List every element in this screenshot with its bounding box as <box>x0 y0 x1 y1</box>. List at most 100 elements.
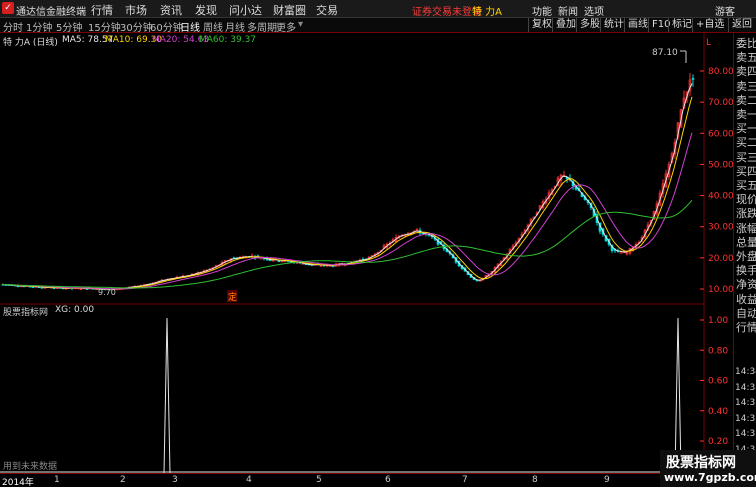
candle-body <box>277 260 281 263</box>
menu-bar: ✓ 通达信金融终端 行情 市场 资讯 发现 问小达 财富圈 交易 证券交易未登录… <box>0 0 756 18</box>
candle-body <box>619 252 623 254</box>
menu-item-news[interactable]: 资讯 <box>160 2 182 18</box>
side-panel-label: 卖三 <box>736 79 756 93</box>
menu-item-ask[interactable]: 问小达 <box>229 2 262 18</box>
quote-side-panel: 委比 卖五 卖四 卖三 卖二 卖一 买一 买二 买三 买四 买五 现价 涨跌 涨幅 总量 外盘 换手 净资 收益 自动… <box>733 33 756 473</box>
kline-chart[interactable]: 80.00 70.00 60.00 50.00 40.00 30.00 20.00 10.00… <box>0 33 733 473</box>
candles-group <box>1 73 695 291</box>
back-button[interactable]: 返回 <box>728 18 755 32</box>
menu-options[interactable]: 选项 <box>584 3 604 18</box>
price-tick-label: 80.00 <box>708 67 733 77</box>
price-tick-label: 10.00 <box>708 285 733 295</box>
low-price-label: 9.70 <box>98 288 116 297</box>
indicator-lines <box>0 317 704 473</box>
candle-body <box>691 78 695 80</box>
multi-stock-button[interactable]: 多股 <box>576 18 603 32</box>
timeline-month: 8 <box>532 475 538 485</box>
side-panel-label: 买五 <box>736 179 756 192</box>
xg-signal-spike <box>163 317 171 473</box>
side-panel-label: 买二 <box>736 136 756 150</box>
side-panel-label: 总量 <box>736 235 756 249</box>
menu-item-wealth[interactable]: 财富圈 <box>273 2 306 18</box>
timeline-month: 3 <box>172 475 178 485</box>
side-panel-label: 买四 <box>736 164 756 178</box>
side-panel-label[interactable]: 行情 <box>736 321 756 334</box>
period-15min[interactable]: 15分钟 <box>88 19 121 34</box>
overlay-button[interactable]: 叠加 <box>552 18 579 32</box>
ma60-line <box>1 199 693 289</box>
period-intraday[interactable]: 分时 <box>3 19 23 34</box>
side-panel-label: 委比 <box>736 37 756 50</box>
menu-function[interactable]: 功能 <box>532 3 552 18</box>
side-panel-label: 卖四 <box>736 65 756 79</box>
price-tick-label: 20.00 <box>708 254 733 264</box>
menu-item-quotes[interactable]: 行情 <box>91 2 113 18</box>
side-panel-label: 涨跌 <box>736 207 756 221</box>
watermark-url: www.7gpzb.com <box>664 471 756 484</box>
price-axis: 80.00 70.00 60.00 50.00 40.00 30.00 20.00 10.00 <box>700 67 733 295</box>
period-1min[interactable]: 1分钟 <box>26 19 52 34</box>
app-logo-icon: ✓ <box>2 2 14 14</box>
side-panel-label[interactable]: 自动 <box>736 307 756 320</box>
chart-frame <box>0 33 705 473</box>
side-panel-label: 换手 <box>736 264 756 278</box>
indicator-tick-label: 1.00 <box>708 316 728 326</box>
period-toolbar: 分时 1分钟 5分钟 15分钟 30分钟 60分钟 日线 周线 月线 多周期 更… <box>0 18 756 34</box>
side-panel-label: 涨幅 <box>736 221 756 235</box>
timeline-month: 2 <box>120 475 126 485</box>
tick-time: 14:35 <box>735 398 756 408</box>
period-weekly[interactable]: 周线 <box>203 19 223 34</box>
adjust-button[interactable]: 复权 <box>528 18 555 32</box>
price-tick-label: 40.00 <box>708 192 733 202</box>
period-daily[interactable]: 日线 <box>180 19 200 34</box>
add-watchlist-button[interactable]: +自选 <box>692 18 727 32</box>
tick-time: 14:35 <box>735 382 756 393</box>
ma20-line <box>1 132 693 290</box>
period-5min[interactable]: 5分钟 <box>56 19 82 34</box>
ma5-line <box>1 83 693 290</box>
app-title: 通达信金融终端 <box>16 7 86 18</box>
mark-button[interactable]: 标记 <box>668 18 695 32</box>
indicator-tick-label: 0.60 <box>708 377 728 387</box>
period-30min[interactable]: 30分钟 <box>120 19 153 34</box>
indicator-tick-label: 0.20 <box>708 437 728 447</box>
guest-user[interactable]: 游客 <box>715 3 735 18</box>
ma-lines-group <box>1 50 693 290</box>
ding-marker: 定 <box>228 291 237 303</box>
watermark-title: 股票指标网 <box>666 455 736 471</box>
side-panel-label: 收益 <box>736 292 756 306</box>
menu-item-trade[interactable]: 交易 <box>316 2 338 18</box>
menu-item-discover[interactable]: 发现 <box>195 2 217 18</box>
price-tick-label: 50.00 <box>708 160 733 170</box>
ma10-line <box>1 96 693 290</box>
side-panel-label: 卖二 <box>736 93 756 107</box>
high-price-label: 87.10 <box>652 48 678 58</box>
menu-news[interactable]: 新闻 <box>558 3 578 18</box>
timeline-month: 4 <box>246 475 252 485</box>
chevron-down-icon[interactable]: ▾ <box>298 19 303 30</box>
axis-corner-label: L <box>706 38 711 48</box>
price-tick-label: 70.00 <box>708 98 733 108</box>
period-60min[interactable]: 60分钟 <box>150 19 183 34</box>
tick-time: 14:35 <box>735 413 756 424</box>
side-panel-label: 现价 <box>736 193 756 207</box>
site-watermark: 股票指标网 www.7gpzb.com <box>660 450 756 487</box>
price-tick-label: 30.00 <box>708 223 733 233</box>
timeline-month: 9 <box>604 475 610 485</box>
period-monthly[interactable]: 月线 <box>225 19 245 34</box>
timeline-month: 1 <box>54 475 60 485</box>
candle-body <box>331 265 335 268</box>
menu-item-market[interactable]: 市场 <box>125 2 147 18</box>
side-panel-label: 卖五 <box>736 51 756 65</box>
statistics-button[interactable]: 统计 <box>600 18 627 32</box>
current-stock-name: 特 力A <box>472 7 503 18</box>
side-panel-label: 外盘 <box>736 250 756 263</box>
draw-line-button[interactable]: 画线 <box>624 18 651 32</box>
indicator-tick-label: 0.80 <box>708 346 728 356</box>
price-tick-label: 60.00 <box>708 129 733 139</box>
period-more[interactable]: 更多 <box>276 19 296 34</box>
period-multi[interactable]: 多周期 <box>247 19 277 34</box>
tick-time: 14:35 <box>735 429 756 439</box>
side-panel-label: 买一 <box>736 122 756 136</box>
timeline-month: 5 <box>316 475 322 485</box>
